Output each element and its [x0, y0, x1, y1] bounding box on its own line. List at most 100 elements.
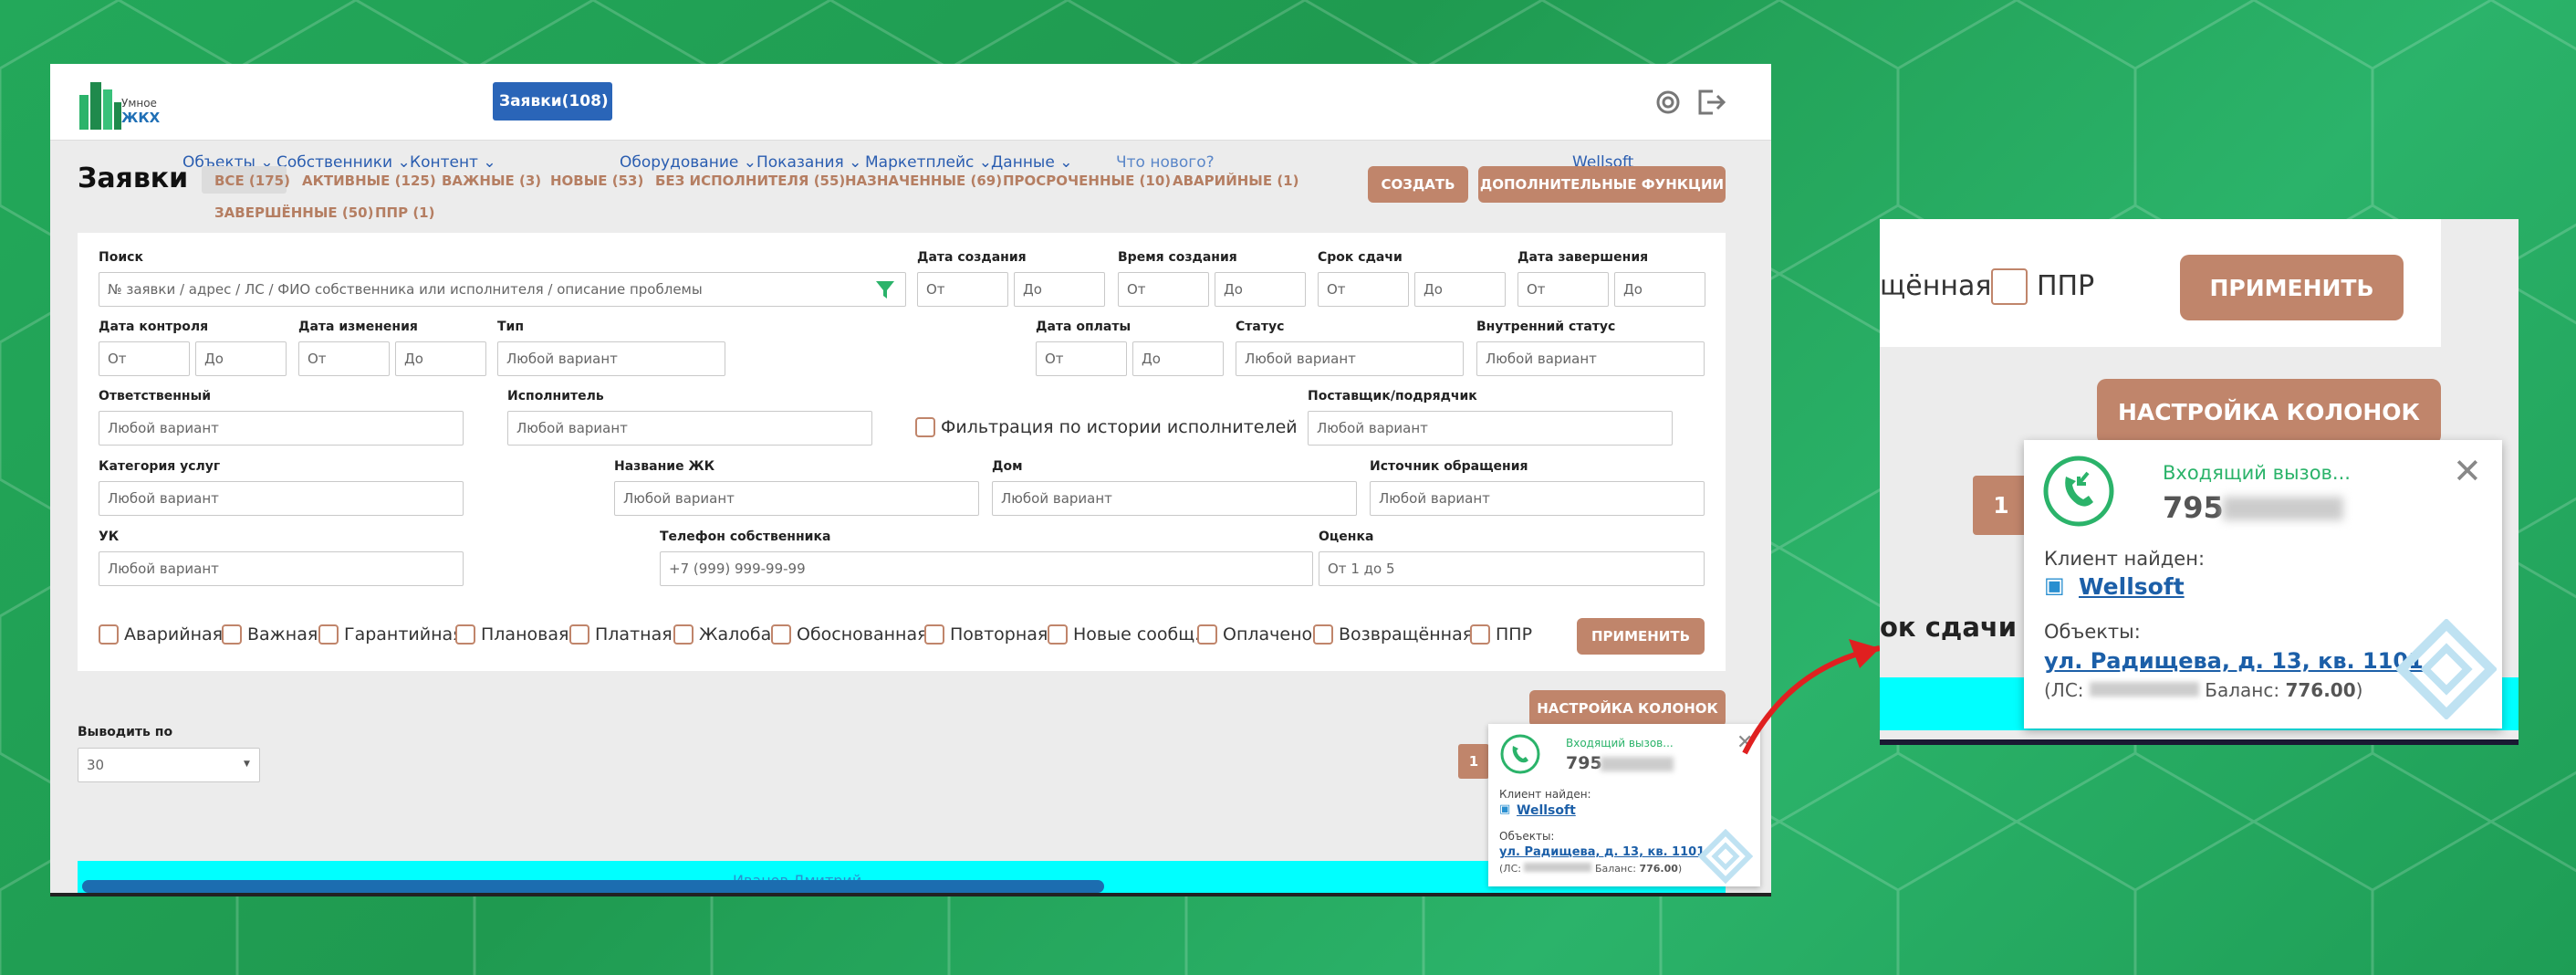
- created-to[interactable]: До: [1014, 272, 1105, 307]
- ls-close: ): [2355, 679, 2363, 701]
- source-select[interactable]: Любой вариант: [1370, 481, 1705, 516]
- apply-button[interactable]: ПРИМЕНИТЬ: [1577, 618, 1705, 655]
- control-to[interactable]: До: [195, 341, 287, 376]
- create-button[interactable]: СОЗДАТЬ: [1368, 166, 1468, 203]
- top-nav-bar: [50, 64, 1771, 141]
- check-complaint[interactable]: Жалоба: [673, 624, 771, 645]
- responsible-select[interactable]: Любой вариант: [99, 411, 464, 446]
- nav-marketplace[interactable]: Маркетплейс ⌄: [865, 153, 992, 172]
- logo-text-2: ЖКХ: [121, 110, 161, 126]
- uk-label: УК: [99, 529, 120, 544]
- due-from[interactable]: От: [1318, 272, 1409, 307]
- type-select[interactable]: Любой вариант: [497, 341, 725, 376]
- type-label: Тип: [497, 320, 525, 334]
- executor-select[interactable]: Любой вариант: [507, 411, 872, 446]
- due-to[interactable]: До: [1414, 272, 1506, 307]
- check-justified[interactable]: Обоснованная: [771, 624, 928, 645]
- zoom-columns-button[interactable]: НАСТРОЙКА КОЛОНОК: [2097, 379, 2441, 445]
- nav-content[interactable]: Контент ⌄: [410, 153, 496, 172]
- search-input[interactable]: № заявки / адрес / ЛС / ФИО собственника…: [99, 272, 906, 307]
- check-emergency[interactable]: Аварийная: [99, 624, 223, 645]
- checkbox-box[interactable]: [915, 417, 935, 437]
- check-planned[interactable]: Плановая: [455, 624, 568, 645]
- nav-equipment[interactable]: Оборудование ⌄: [620, 153, 756, 172]
- completed-from[interactable]: От: [1517, 272, 1609, 307]
- paid-to[interactable]: До: [1132, 341, 1224, 376]
- balance-label: Баланс:: [2198, 679, 2286, 701]
- due-label: Срок сдачи: [1318, 250, 1403, 265]
- logo-text-1: Умное: [121, 97, 157, 110]
- logo[interactable]: Умное ЖКХ: [78, 77, 169, 131]
- tab-all[interactable]: ВСЕ (175): [214, 173, 290, 189]
- popup-client-link[interactable]: Wellsoft: [2079, 573, 2185, 600]
- balance-label: Баланс:: [1591, 863, 1640, 875]
- nav-data[interactable]: Данные ⌄: [991, 153, 1072, 172]
- ls-prefix: (ЛС:: [2044, 679, 2090, 701]
- changed-to[interactable]: До: [395, 341, 486, 376]
- popup-address-link[interactable]: ул. Радищева, д. 13, кв. 1101: [2044, 648, 2424, 674]
- time-to[interactable]: До: [1215, 272, 1306, 307]
- check-new-messages[interactable]: Новые сообщ.: [1048, 624, 1200, 645]
- supplier-select[interactable]: Любой вариант: [1308, 411, 1673, 446]
- complex-select[interactable]: Любой вариант: [614, 481, 979, 516]
- page-1-button[interactable]: 1: [1458, 744, 1489, 779]
- paid-from[interactable]: От: [1036, 341, 1127, 376]
- tab-assigned[interactable]: НАЗНАЧЕННЫЕ (69): [845, 173, 1002, 189]
- pointer-arrow-icon: [1742, 639, 1881, 755]
- check-repeat[interactable]: Повторная: [924, 624, 1048, 645]
- category-select[interactable]: Любой вариант: [99, 481, 464, 516]
- changed-from[interactable]: От: [298, 341, 390, 376]
- completed-to[interactable]: До: [1614, 272, 1705, 307]
- check-paid-flag[interactable]: Оплачено: [1197, 624, 1312, 645]
- tab-active[interactable]: АКТИВНЫЕ (125): [302, 173, 436, 189]
- changed-label: Дата изменения: [298, 320, 418, 334]
- created-from[interactable]: От: [917, 272, 1008, 307]
- owner-phone-input[interactable]: +7 (999) 999-99-99: [660, 551, 1313, 586]
- created-date-label: Дата создания: [917, 250, 1027, 265]
- owner-phone-label: Телефон собственника: [660, 529, 831, 544]
- logout-icon[interactable]: [1695, 86, 1727, 119]
- tab-overdue[interactable]: ПРОСРОЧЕННЫЕ (10): [1003, 173, 1171, 189]
- whats-new-link[interactable]: Что нового?: [1116, 153, 1215, 172]
- close-icon[interactable]: ✕: [2453, 451, 2482, 491]
- zoom-ppr-checkbox[interactable]: [1991, 268, 2028, 305]
- control-from[interactable]: От: [99, 341, 190, 376]
- popup-client-found: Клиент найден:: [2044, 548, 2206, 570]
- check-warranty[interactable]: Гарантийная: [318, 624, 464, 645]
- extra-functions-button[interactable]: ДОПОЛНИТЕЛЬНЫЕ ФУНКЦИИ: [1478, 166, 1726, 203]
- zoom-apply-button[interactable]: ПРИМЕНИТЬ: [2180, 255, 2404, 320]
- ls-close: ): [1677, 863, 1683, 875]
- house-select[interactable]: Любой вариант: [992, 481, 1357, 516]
- popup-incoming-text: Входящий вызов...: [2163, 462, 2351, 484]
- tab-completed[interactable]: ЗАВЕРШЁННЫЕ (50): [214, 204, 373, 221]
- nav-readings[interactable]: Показания ⌄: [756, 153, 861, 172]
- gear-icon[interactable]: [1652, 86, 1684, 119]
- columns-settings-button[interactable]: НАСТРОЙКА КОЛОНОК: [1529, 690, 1726, 727]
- uk-select[interactable]: Любой вариант: [99, 551, 464, 586]
- check-important[interactable]: Важная: [222, 624, 318, 645]
- check-paid[interactable]: Платная: [569, 624, 673, 645]
- filter-funnel-icon[interactable]: [875, 279, 895, 299]
- ls-blurred: [1524, 863, 1592, 872]
- history-filter-checkbox[interactable]: Фильтрация по истории исполнителей: [915, 417, 1298, 437]
- popup-address-link[interactable]: ул. Радищева, д. 13, кв. 1101: [1499, 845, 1705, 859]
- tab-emergency[interactable]: АВАРИЙНЫЕ (1): [1173, 173, 1298, 189]
- horizontal-scrollbar[interactable]: [82, 880, 1104, 893]
- tab-no-executor[interactable]: БЕЗ ИСПОЛНИТЕЛЯ (55): [655, 173, 845, 189]
- nav-owners[interactable]: Собственники ⌄: [276, 153, 411, 172]
- popup-ls-line: (ЛС: Баланс: 776.00): [1499, 863, 1682, 875]
- popup-client-link[interactable]: Wellsoft: [1517, 803, 1576, 818]
- nav-requests[interactable]: Заявки(108) ⌄: [499, 92, 627, 110]
- zoom-page-1[interactable]: 1: [1973, 476, 2029, 535]
- time-from[interactable]: От: [1118, 272, 1209, 307]
- check-returned[interactable]: Возвращённая: [1313, 624, 1473, 645]
- inner-status-select[interactable]: Любой вариант: [1476, 341, 1705, 376]
- tab-new[interactable]: НОВЫЕ (53): [550, 173, 643, 189]
- per-page-select[interactable]: 30: [78, 748, 260, 782]
- chevron-down-icon: ⌄: [392, 153, 411, 172]
- tab-ppr[interactable]: ППР (1): [375, 204, 434, 221]
- tab-important[interactable]: ВАЖНЫЕ (3): [442, 173, 541, 189]
- rating-input[interactable]: От 1 до 5: [1319, 551, 1705, 586]
- check-ppr[interactable]: ППР: [1470, 624, 1532, 645]
- status-select[interactable]: Любой вариант: [1236, 341, 1464, 376]
